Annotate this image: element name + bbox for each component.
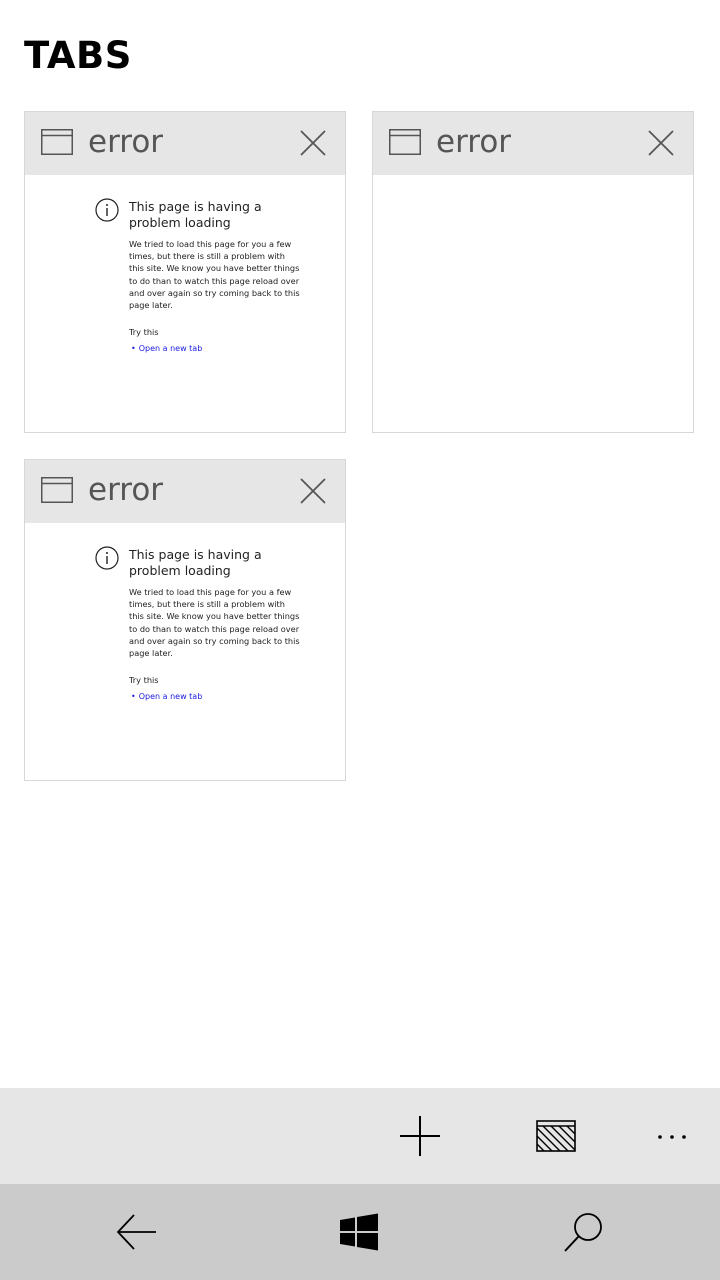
error-heading: This page is having a problem loading <box>129 547 262 578</box>
tab-header: error <box>25 460 345 523</box>
error-description: We tried to load this page for you a few… <box>129 587 300 659</box>
page-title: TABS <box>24 34 132 77</box>
system-nav-bar <box>0 1184 720 1280</box>
tabs-page: TABS error This page is having a problem… <box>0 0 720 1280</box>
tab-title: error <box>88 124 164 160</box>
close-icon[interactable] <box>299 477 327 505</box>
bullet-icon: • <box>131 692 136 701</box>
browser-window-icon <box>389 129 421 155</box>
search-icon[interactable] <box>560 1208 608 1256</box>
try-this-label: Try this <box>129 327 159 337</box>
back-arrow-icon[interactable] <box>112 1208 160 1256</box>
open-new-tab-link: • Open a new tab <box>131 692 202 701</box>
bullet-icon: • <box>131 344 136 353</box>
tab-title: error <box>436 124 512 160</box>
tab-header: error <box>25 112 345 175</box>
close-icon[interactable] <box>299 129 327 157</box>
open-new-tab-link-label: Open a new tab <box>138 344 203 353</box>
inprivate-icon[interactable] <box>532 1112 580 1160</box>
tab-preview: This page is having a problem loading We… <box>25 523 345 780</box>
tab-header: error <box>373 112 693 175</box>
tab-preview-blank <box>373 175 693 432</box>
error-heading: This page is having a problem loading <box>129 199 262 230</box>
info-icon <box>95 546 119 570</box>
more-icon[interactable] <box>648 1112 696 1160</box>
browser-window-icon <box>41 477 73 503</box>
browser-window-icon <box>41 129 73 155</box>
plus-icon[interactable] <box>396 1112 444 1160</box>
try-this-label: Try this <box>129 675 159 685</box>
close-icon[interactable] <box>647 129 675 157</box>
tab-preview: This page is having a problem loading We… <box>25 175 345 432</box>
tab-card[interactable]: error This page is having a problem load… <box>24 459 346 781</box>
tab-card[interactable]: error This page is having a problem load… <box>24 111 346 433</box>
open-new-tab-link-label: Open a new tab <box>138 692 203 701</box>
tab-title: error <box>88 472 164 508</box>
windows-logo-icon[interactable] <box>334 1208 382 1256</box>
tab-card[interactable]: error <box>372 111 694 433</box>
open-new-tab-link: • Open a new tab <box>131 344 202 353</box>
info-icon <box>95 198 119 222</box>
app-bar <box>0 1088 720 1184</box>
error-description: We tried to load this page for you a few… <box>129 239 300 311</box>
